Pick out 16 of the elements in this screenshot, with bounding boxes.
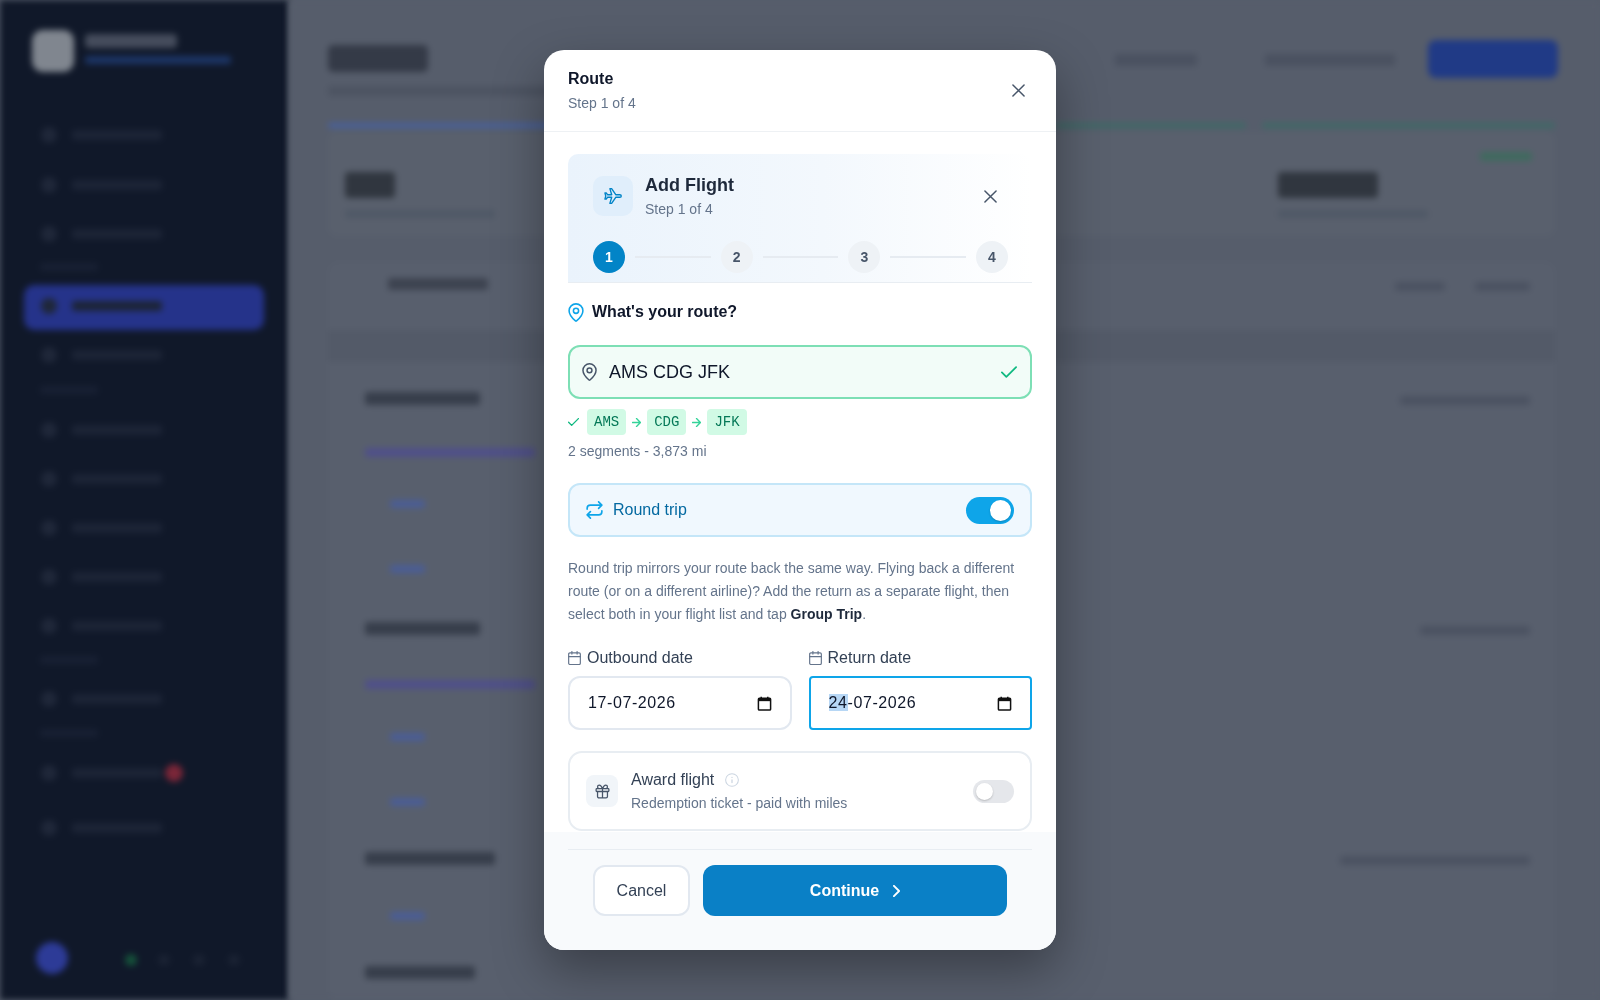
- step-indicator: 1: [593, 241, 625, 273]
- step-indicator: 3: [848, 241, 881, 273]
- award-flight-title: Award flight: [631, 770, 715, 790]
- date-label: Outbound date: [587, 648, 693, 668]
- help-text: Round trip mirrors your route back the same way. Flying back a different route (or on a different airline)? Add the return as a separate flight, then select both in your flight list and tap Group Trip.: [568, 559, 1016, 624]
- wizard-step-label: Step 1 of 4: [645, 200, 714, 219]
- route-summary: 2 segments - 3,873 mi: [568, 442, 708, 461]
- airport-code-tag: JFK: [707, 409, 747, 435]
- airport-code-tag: AMS: [587, 409, 627, 435]
- step-indicator: 4: [976, 241, 1008, 273]
- section-heading: What's your route?: [592, 302, 738, 322]
- award-flight-description: Redemption ticket - paid with miles: [631, 794, 849, 813]
- date-label: Return date: [827, 648, 912, 668]
- round-trip-label: Round trip: [613, 500, 688, 520]
- step-indicator: 2: [720, 241, 753, 273]
- airport-code-tag: CDG: [647, 409, 687, 435]
